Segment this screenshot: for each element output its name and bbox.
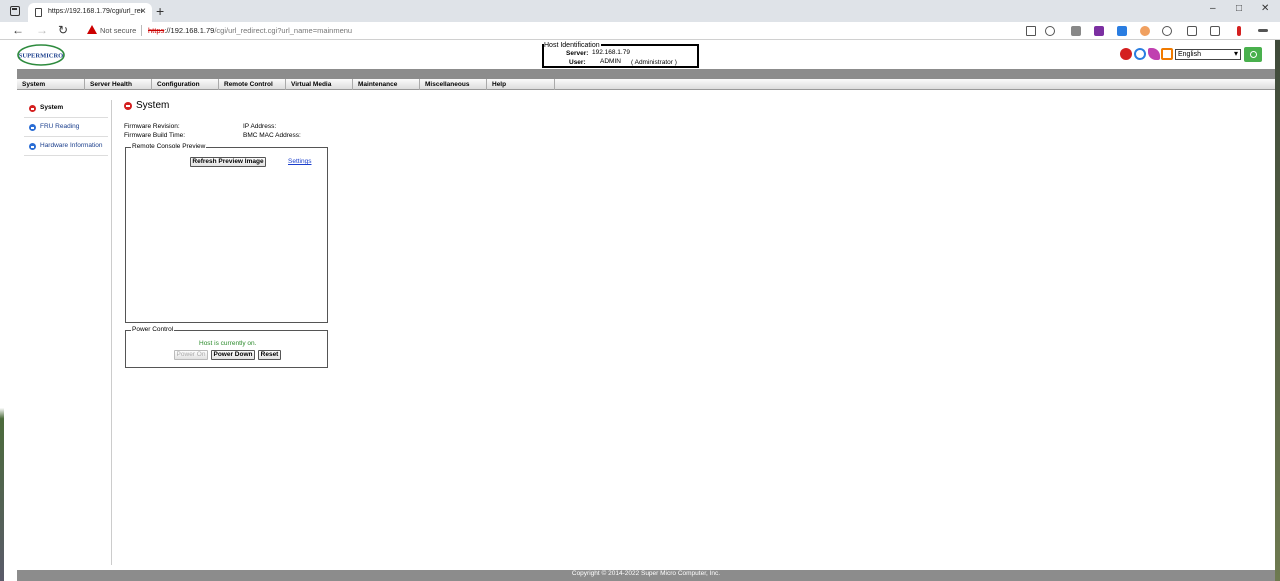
firmware-revision-label: Firmware Revision: (124, 123, 180, 130)
menu-help[interactable]: Help (487, 79, 555, 90)
url-field[interactable]: https://192.168.1.79/cgi/url_redirect.cg… (148, 26, 352, 35)
read-aloud-icon[interactable] (1026, 26, 1036, 36)
menu-remote-control[interactable]: Remote Control (219, 79, 286, 90)
extension-calendar-icon[interactable] (1117, 26, 1127, 36)
user-value: ADMIN (600, 58, 621, 65)
not-secure-label[interactable]: Not secure (100, 26, 136, 35)
refresh-preview-button[interactable]: Refresh Preview Image (190, 157, 266, 167)
page-icon (35, 8, 42, 17)
favorite-add-icon[interactable] (1045, 26, 1055, 36)
arrow-right-icon (124, 102, 132, 110)
browser-tab[interactable]: https://192.168.1.79/cgi/url_redi × (28, 3, 152, 22)
desktop-edge-right (1275, 40, 1280, 581)
power-control: Power Control Host is currently on. Powe… (125, 326, 328, 368)
bmc-mac-address-label: BMC MAC Address: (243, 132, 301, 139)
bmc-page: SUPERMICRO Host Identification Server: 1… (4, 40, 1275, 581)
logout-arrow-icon[interactable] (1161, 48, 1173, 60)
arrow-right-icon (29, 143, 36, 150)
sidebar-item-label: FRU Reading (40, 123, 80, 130)
page-title: System (136, 100, 170, 111)
menu-miscellaneous[interactable]: Miscellaneous (420, 79, 487, 90)
power-logout-button[interactable] (1244, 47, 1262, 62)
language-select[interactable]: English (1175, 49, 1241, 60)
host-identification-box: Host Identification Server: 192.168.1.79… (542, 42, 699, 68)
menu-virtual-media[interactable]: Virtual Media (286, 79, 353, 90)
main-menu: System Server Health Configuration Remot… (17, 79, 1275, 90)
url-host: ://192.168.1.79 (164, 26, 215, 35)
sidebar-item-system[interactable]: System (24, 100, 108, 118)
extension-icon[interactable] (1071, 26, 1081, 36)
remote-console-legend: Remote Console Preview (131, 143, 207, 150)
reset-button[interactable]: Reset (258, 350, 281, 360)
tab-title: https://192.168.1.79/cgi/url_redi (48, 8, 142, 15)
new-tab-icon[interactable]: + (156, 3, 164, 19)
supermicro-logo: SUPERMICRO (17, 44, 65, 66)
onenote-icon[interactable] (1094, 26, 1104, 36)
menu-system[interactable]: System (17, 79, 85, 90)
forward-icon[interactable]: → (36, 23, 48, 37)
copyright-text: Copyright © 2014-2022 Super Micro Comput… (571, 570, 721, 577)
address-separator (141, 25, 142, 36)
host-status-text: Host is currently on. (199, 340, 257, 347)
alert-icon[interactable] (1120, 48, 1132, 60)
remote-console-preview: Remote Console Preview Refresh Preview I… (125, 143, 328, 323)
back-icon[interactable]: ← (12, 23, 24, 37)
sidebar: System FRU Reading Hardware Information (24, 100, 112, 565)
menu-configuration[interactable]: Configuration (152, 79, 219, 90)
url-scheme: https (148, 26, 165, 35)
extension-color-icon[interactable] (1140, 26, 1150, 36)
warning-icon[interactable] (87, 25, 97, 34)
ip-address-label: IP Address: (243, 123, 277, 130)
user-label: User: (569, 59, 586, 66)
close-window-icon[interactable]: ✕ (1261, 3, 1269, 14)
reload-icon[interactable]: ↻ (58, 23, 68, 37)
power-on-button[interactable]: Power On (174, 350, 208, 360)
settings-link[interactable]: Settings (288, 158, 312, 165)
server-value: 192.168.1.79 (592, 49, 630, 56)
uid-icon[interactable] (1148, 48, 1160, 60)
power-control-legend: Power Control (131, 326, 175, 333)
power-down-button[interactable]: Power Down (211, 350, 255, 360)
profile-t-icon[interactable] (1237, 26, 1241, 36)
user-role: ( Administrator ) (631, 59, 677, 66)
menu-maintenance[interactable]: Maintenance (353, 79, 420, 90)
menu-server-health[interactable]: Server Health (85, 79, 152, 90)
more-options-icon[interactable] (1258, 29, 1268, 32)
arrow-right-icon (29, 105, 36, 112)
firmware-build-time-label: Firmware Build Time: (124, 132, 186, 139)
favorites-icon[interactable] (1187, 26, 1197, 36)
sidebar-item-label: System (40, 104, 64, 111)
arrow-right-icon (29, 124, 36, 131)
footer: Copyright © 2014-2022 Super Micro Comput… (17, 570, 1275, 581)
minimize-icon[interactable]: – (1210, 3, 1216, 14)
browser-tab-bar: https://192.168.1.79/cgi/url_redi × + – … (0, 0, 1280, 22)
sidebar-item-label: Hardware Information (40, 142, 103, 149)
sidebar-item-fru-reading[interactable]: FRU Reading (24, 119, 108, 137)
refresh-icon[interactable] (1134, 48, 1146, 60)
sidebar-item-hardware-information[interactable]: Hardware Information (24, 138, 108, 156)
host-identification-title: Host Identification (544, 42, 601, 49)
tab-close-icon[interactable]: × (140, 6, 146, 17)
url-path: /cgi/url_redirect.cgi?url_name=mainmenu (214, 26, 353, 35)
collections-icon[interactable] (1210, 26, 1220, 36)
svg-text:SUPERMICRO: SUPERMICRO (19, 53, 63, 60)
tab-actions-icon[interactable] (10, 6, 20, 16)
address-bar-row: ← → ↻ Not secure https://192.168.1.79/cg… (0, 22, 1280, 40)
maximize-icon[interactable]: □ (1236, 3, 1242, 14)
header-band (17, 69, 1275, 79)
server-label: Server: (566, 50, 589, 57)
extensions-icon[interactable] (1162, 26, 1172, 36)
